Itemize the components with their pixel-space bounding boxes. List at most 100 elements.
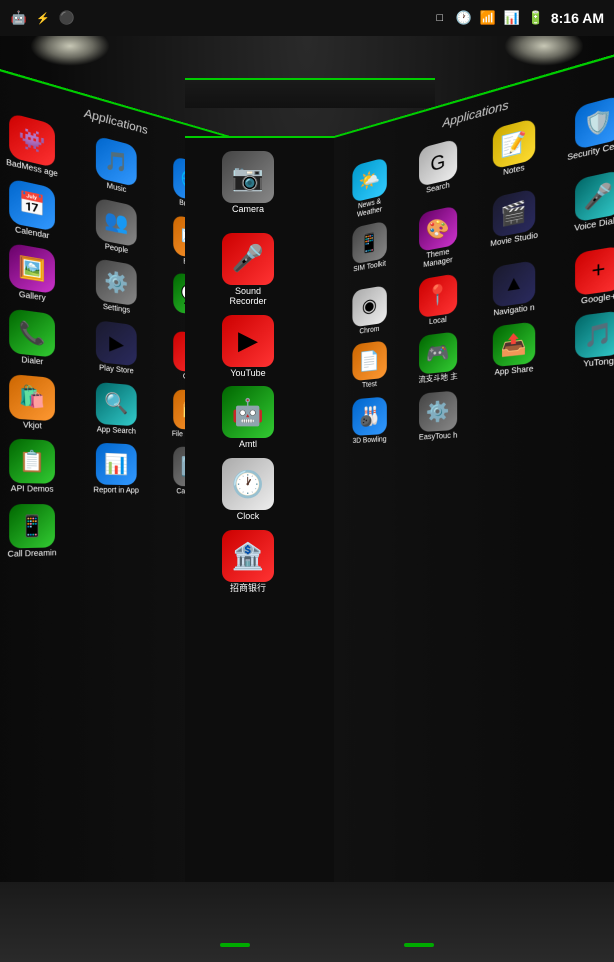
- app-label: YuTong: [583, 358, 614, 370]
- app-label: Call Dreamin: [8, 550, 57, 560]
- usb-icon: ⚡: [34, 9, 52, 27]
- app-icon: 🎮: [419, 332, 457, 375]
- scroll-indicator-right: [404, 943, 434, 947]
- status-left-icons: 🤖 ⚡ ⚫: [10, 9, 76, 27]
- front-app-item[interactable]: 🏦 招商银行: [187, 527, 309, 597]
- right-app-item[interactable]: ◉ Chrom: [339, 279, 402, 342]
- app-label: Ttest: [362, 381, 377, 390]
- time-display: 8:16 AM: [551, 10, 604, 26]
- app-icon: 📤: [493, 322, 535, 368]
- right-app-item[interactable]: G Search: [404, 131, 474, 212]
- app-label: EasyTouc h: [419, 432, 457, 442]
- right-app-item[interactable]: ▲ Navigatio n: [476, 253, 554, 324]
- app-label: Gallery: [19, 291, 46, 304]
- app-icon: 🛍️: [9, 374, 55, 421]
- app-label: App Share: [495, 366, 534, 378]
- app-label: 3D Bowling: [353, 436, 387, 446]
- app-icon: 🎤: [222, 233, 274, 285]
- android-icon: 🤖: [10, 9, 28, 27]
- app-icon: 📷: [222, 151, 274, 203]
- app-icon: 🎬: [493, 189, 535, 239]
- left-app-item[interactable]: ⚙️ Settings: [77, 252, 154, 323]
- right-app-item[interactable]: ⚙️ EasyTouc h: [404, 386, 474, 447]
- right-app-item[interactable]: 🎨 Theme Manager: [404, 199, 474, 277]
- front-app-item[interactable]: 🤖 Amtl: [187, 383, 309, 453]
- app-icon: 📊: [96, 443, 137, 486]
- app-label: Sound Recorder: [223, 287, 273, 307]
- app-label: Local: [429, 316, 447, 327]
- left-app-item[interactable]: 📱 Call Dreamin: [0, 500, 75, 564]
- app-label: Notes: [503, 164, 525, 178]
- battery-icon: 🔋: [527, 9, 545, 27]
- app-icon: 🎳: [352, 397, 386, 436]
- left-app-item[interactable]: 📋 API Demos: [0, 434, 75, 499]
- app-icon: 👥: [96, 197, 137, 247]
- app-label: Dialer: [21, 356, 43, 367]
- left-app-item[interactable]: 🛍️ Vkjot: [0, 368, 75, 436]
- app-icon: 🔍: [96, 382, 137, 426]
- app-icon: 🖼️: [9, 243, 55, 294]
- app-icon: 🕐: [222, 458, 274, 510]
- app-icon: ▶: [222, 315, 274, 367]
- app-icon: 👾: [9, 113, 55, 168]
- front-app-item[interactable]: 🕐 Clock: [187, 455, 309, 525]
- circle-icon: ⚫: [58, 9, 76, 27]
- app-label: 流支斗地 主: [419, 373, 458, 385]
- front-app-item[interactable]: 🎤 Sound Recorder: [187, 230, 309, 310]
- left-app-item[interactable]: 📞 Dialer: [0, 302, 75, 374]
- app-icon: ▲: [493, 260, 535, 308]
- floor: [0, 882, 614, 962]
- app-label: Settings: [103, 304, 130, 316]
- app-label: 招商银行: [230, 584, 266, 594]
- app-label: Clock: [237, 512, 260, 522]
- right-app-item[interactable]: 🛡️ Security Center: [556, 86, 614, 179]
- sim-icon: □: [431, 9, 449, 27]
- app-label: Theme Manager: [412, 246, 465, 272]
- scroll-indicator-left: [220, 943, 250, 947]
- status-bar: 🤖 ⚡ ⚫ □ 🕐 📶 📊 🔋 8:16 AM: [0, 0, 614, 36]
- app-icon: 🎵: [96, 136, 137, 188]
- right-app-item[interactable]: 🌤️ News & Weather: [339, 150, 402, 226]
- right-app-item[interactable]: 📍 Local: [404, 267, 474, 333]
- app-icon: 🎵: [575, 311, 614, 360]
- front-app-item[interactable]: ▶ YouTube: [187, 312, 309, 382]
- right-app-item[interactable]: 🎮 流支斗地 主: [404, 326, 474, 390]
- clock-icon: 🕐: [455, 9, 473, 27]
- app-label: Vkjot: [23, 421, 42, 431]
- wifi-icon: 📶: [479, 9, 497, 27]
- ceiling-light-left: [30, 36, 110, 66]
- app-icon: 🏦: [222, 530, 274, 582]
- app-icon: ◉: [352, 285, 386, 327]
- app-label: Report in App: [93, 487, 139, 496]
- app-icon: 📄: [352, 341, 386, 382]
- app-icon: 📞: [9, 308, 55, 357]
- front-app-item[interactable]: 📷 Camera: [187, 148, 309, 228]
- app-label: Play Store: [99, 365, 134, 377]
- app-icon: ⚙️: [96, 259, 137, 307]
- right-app-item[interactable]: 🎵 YuTong: [556, 304, 614, 376]
- app-icon: 📍: [419, 273, 457, 318]
- left-app-item[interactable]: 🔍 App Search: [77, 376, 154, 440]
- signal-icon: 📊: [503, 9, 521, 27]
- right-app-item[interactable]: + Google+: [556, 238, 614, 314]
- right-app-item[interactable]: 📄 Ttest: [339, 336, 402, 396]
- right-app-item[interactable]: 📤 App Share: [476, 316, 554, 383]
- app-label: Chrom: [359, 325, 379, 336]
- scene: Applications 👾 BadMess age 🎵 Music 🌐 Bro…: [0, 36, 614, 962]
- right-panel: Applications 🌤️ News & Weather G Search …: [334, 44, 614, 962]
- app-label: Google+: [581, 292, 614, 306]
- app-label: Camera: [232, 205, 264, 215]
- left-app-item[interactable]: 📊 Report in App: [77, 439, 154, 500]
- left-app-item[interactable]: ▶ Play Store: [77, 314, 154, 381]
- app-icon: 📅: [9, 178, 55, 231]
- app-icon: +: [575, 245, 614, 296]
- right-app-item[interactable]: 📱 SIM Toolkit: [339, 215, 402, 288]
- app-icon: G: [419, 138, 457, 186]
- app-label: API Demos: [11, 486, 54, 495]
- app-label: People: [105, 243, 128, 256]
- right-app-item[interactable]: 🎳 3D Bowling: [339, 392, 402, 449]
- app-label: App Search: [97, 426, 136, 437]
- right-app-item[interactable]: 🎬 Movie Studio: [476, 181, 554, 264]
- ceiling-light-right: [504, 36, 584, 66]
- app-icon: 🎤: [575, 170, 614, 223]
